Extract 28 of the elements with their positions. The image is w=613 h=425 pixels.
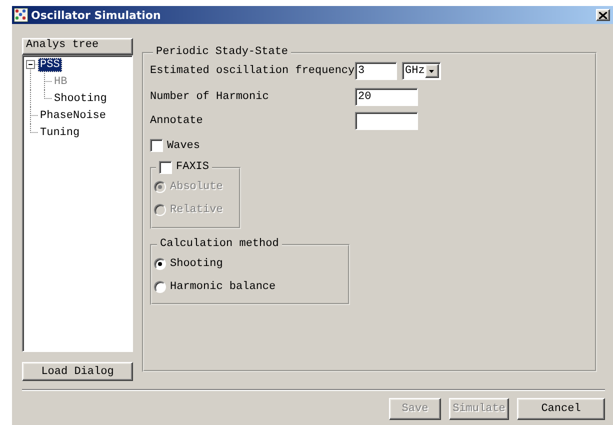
field-label: Estimated oscillation frequency [150,65,355,77]
checkbox-label[interactable]: Waves [167,140,200,152]
group-title: Periodic Stady-State [155,46,290,59]
tree-item[interactable]: Shooting [52,92,109,106]
checkbox[interactable] [159,161,172,174]
checkbox[interactable] [150,139,163,152]
unit-dropdown[interactable]: GHz [402,62,441,80]
checkbox-label[interactable]: FAXIS [176,161,210,174]
tree-header: Analys tree [22,38,133,55]
radio-button[interactable] [154,258,166,270]
load-dialog-button[interactable]: Load Dialog [22,362,133,381]
close-button[interactable] [596,9,610,21]
frequency-field[interactable]: 3 [355,62,397,80]
app-icon [14,8,28,22]
harmonic-field[interactable]: 20 [355,88,418,106]
radio-label[interactable]: Harmonic balance [170,280,276,292]
tree-item[interactable]: PSS [38,58,62,72]
radio-label[interactable]: Shooting [170,258,223,270]
annotate-field[interactable] [355,112,418,130]
field-label: Number of Harmonic [150,91,270,103]
collapse-icon[interactable] [26,60,35,69]
window-title: Oscillator Simulation [31,8,162,22]
dialog-button[interactable]: Cancel [517,398,605,420]
radio-button[interactable] [154,280,166,292]
tree-item[interactable]: Tuning [38,126,82,140]
group-title: Calculation method [159,238,280,251]
tree-item[interactable]: PhaseNoise [38,108,108,122]
field-label: Annotate [150,115,204,127]
